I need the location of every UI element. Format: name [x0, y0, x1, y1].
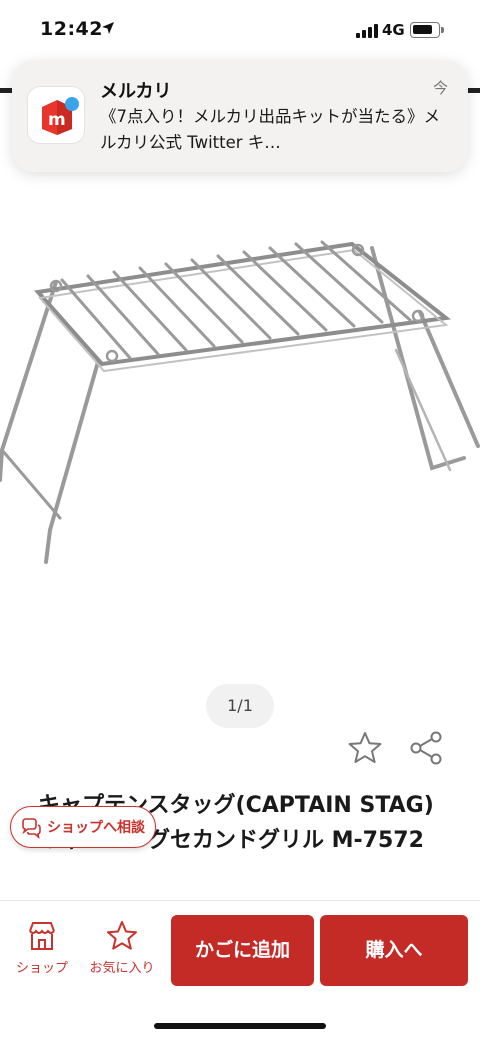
star-outline-icon[interactable]: [346, 729, 384, 767]
shop-tab[interactable]: ショップ: [8, 919, 76, 989]
chat-bubble-icon: [22, 818, 41, 839]
share-icon[interactable]: [408, 729, 446, 767]
consult-shop-label: ショップへ相談: [47, 820, 145, 836]
add-to-cart-button[interactable]: かごに追加: [171, 915, 314, 986]
buy-button[interactable]: 購入へ: [320, 915, 468, 986]
consult-shop-button[interactable]: ショップへ相談: [10, 806, 156, 848]
notification-time: 今: [432, 79, 448, 97]
signal-bars-icon: [356, 24, 378, 38]
favorite-tab-label: お気に入り: [89, 961, 155, 976]
bottom-action-bar: ショップ お気に入り かごに追加 購入へ: [0, 900, 480, 1040]
favorite-tab[interactable]: お気に入り: [82, 919, 162, 989]
location-arrow-icon: [102, 22, 114, 34]
product-image[interactable]: [0, 150, 480, 670]
status-bar: 12:42 4G: [0, 0, 480, 60]
notification-app-name: メルカリ: [100, 81, 172, 102]
star-outline-icon: [107, 921, 137, 950]
image-page-indicator: 1/1: [206, 684, 274, 728]
mercari-app-icon: m: [27, 86, 85, 144]
network-label: 4G: [382, 21, 405, 39]
home-indicator[interactable]: [154, 1023, 326, 1029]
status-time: 12:42: [40, 18, 103, 40]
notification-body: 《7点入り！メルカリ出品キットが当たる》メルカリ公式 Twitter キ…: [100, 107, 441, 152]
battery-icon: [410, 22, 440, 38]
storefront-icon: [29, 922, 55, 950]
shop-tab-label: ショップ: [15, 961, 68, 976]
svg-text:m: m: [48, 110, 66, 130]
push-notification[interactable]: m メルカリ 今 《7点入り！メルカリ出品キットが当たる》メルカリ公式 Twit…: [12, 60, 468, 172]
